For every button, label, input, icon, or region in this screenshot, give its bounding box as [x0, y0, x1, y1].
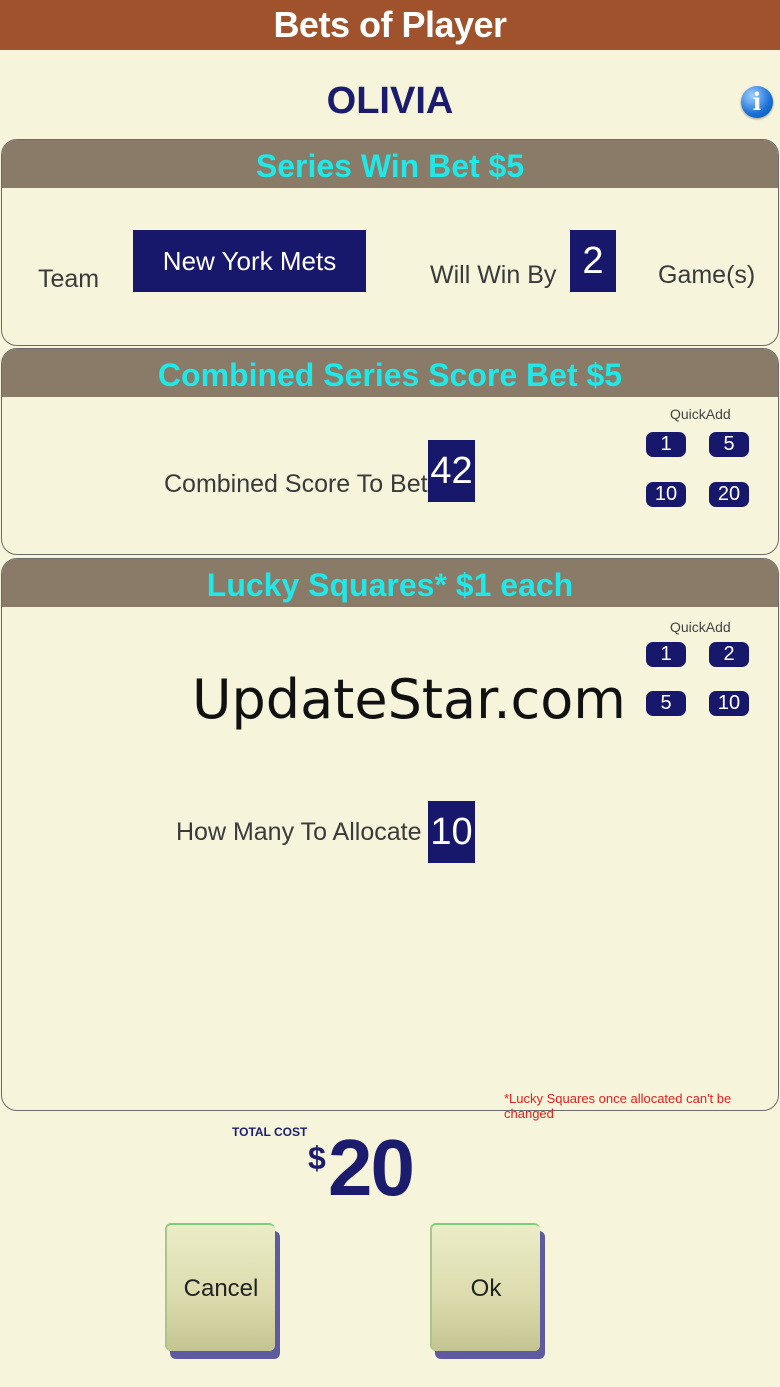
- allocate-select[interactable]: 10: [428, 801, 475, 863]
- total-cost-label: TOTAL COST: [232, 1125, 308, 1139]
- combined-quickadd-20[interactable]: 20: [709, 482, 749, 507]
- total-currency: $: [308, 1140, 326, 1176]
- total-cost-value: 20: [328, 1123, 415, 1212]
- lucky-quickadd-10[interactable]: 10: [709, 691, 749, 716]
- combined-score-title: Combined Series Score Bet $5: [2, 349, 778, 397]
- watermark-text: UpdateStar.com: [192, 668, 626, 731]
- series-win-title: Series Win Bet $5: [2, 140, 778, 188]
- screen-title: Bets of Player: [0, 0, 780, 50]
- games-label: Game(s): [658, 261, 756, 289]
- win-by-label: Will Win By: [430, 261, 557, 289]
- lucky-quickadd-5[interactable]: 5: [646, 691, 686, 716]
- lucky-squares-title: Lucky Squares* $1 each: [2, 559, 778, 607]
- combined-quickadd-5[interactable]: 5: [709, 432, 749, 457]
- combined-score-select[interactable]: 42: [428, 440, 475, 502]
- combined-quickadd-1[interactable]: 1: [646, 432, 686, 457]
- win-by-select[interactable]: 2: [570, 230, 616, 292]
- lucky-quickadd-1[interactable]: 1: [646, 642, 686, 667]
- info-icon[interactable]: i: [741, 86, 773, 118]
- team-label: Team: [38, 265, 100, 293]
- cancel-button[interactable]: Cancel: [165, 1223, 275, 1351]
- player-name: OLIVIA: [326, 80, 454, 122]
- lucky-squares-note: *Lucky Squares once allocated can't be c…: [504, 1091, 732, 1121]
- combined-quickadd-10[interactable]: 10: [646, 482, 686, 507]
- series-win-panel: Series Win Bet $5: [1, 139, 779, 346]
- lucky-quickadd-label: QuickAdd: [670, 619, 731, 635]
- combined-quickadd-label: QuickAdd: [670, 406, 731, 422]
- ok-button[interactable]: Ok: [430, 1223, 540, 1351]
- lucky-quickadd-2[interactable]: 2: [709, 642, 749, 667]
- allocate-label: How Many To Allocate: [176, 818, 422, 846]
- combined-score-label: Combined Score To Bet: [164, 470, 428, 498]
- team-select[interactable]: New York Mets: [133, 230, 366, 292]
